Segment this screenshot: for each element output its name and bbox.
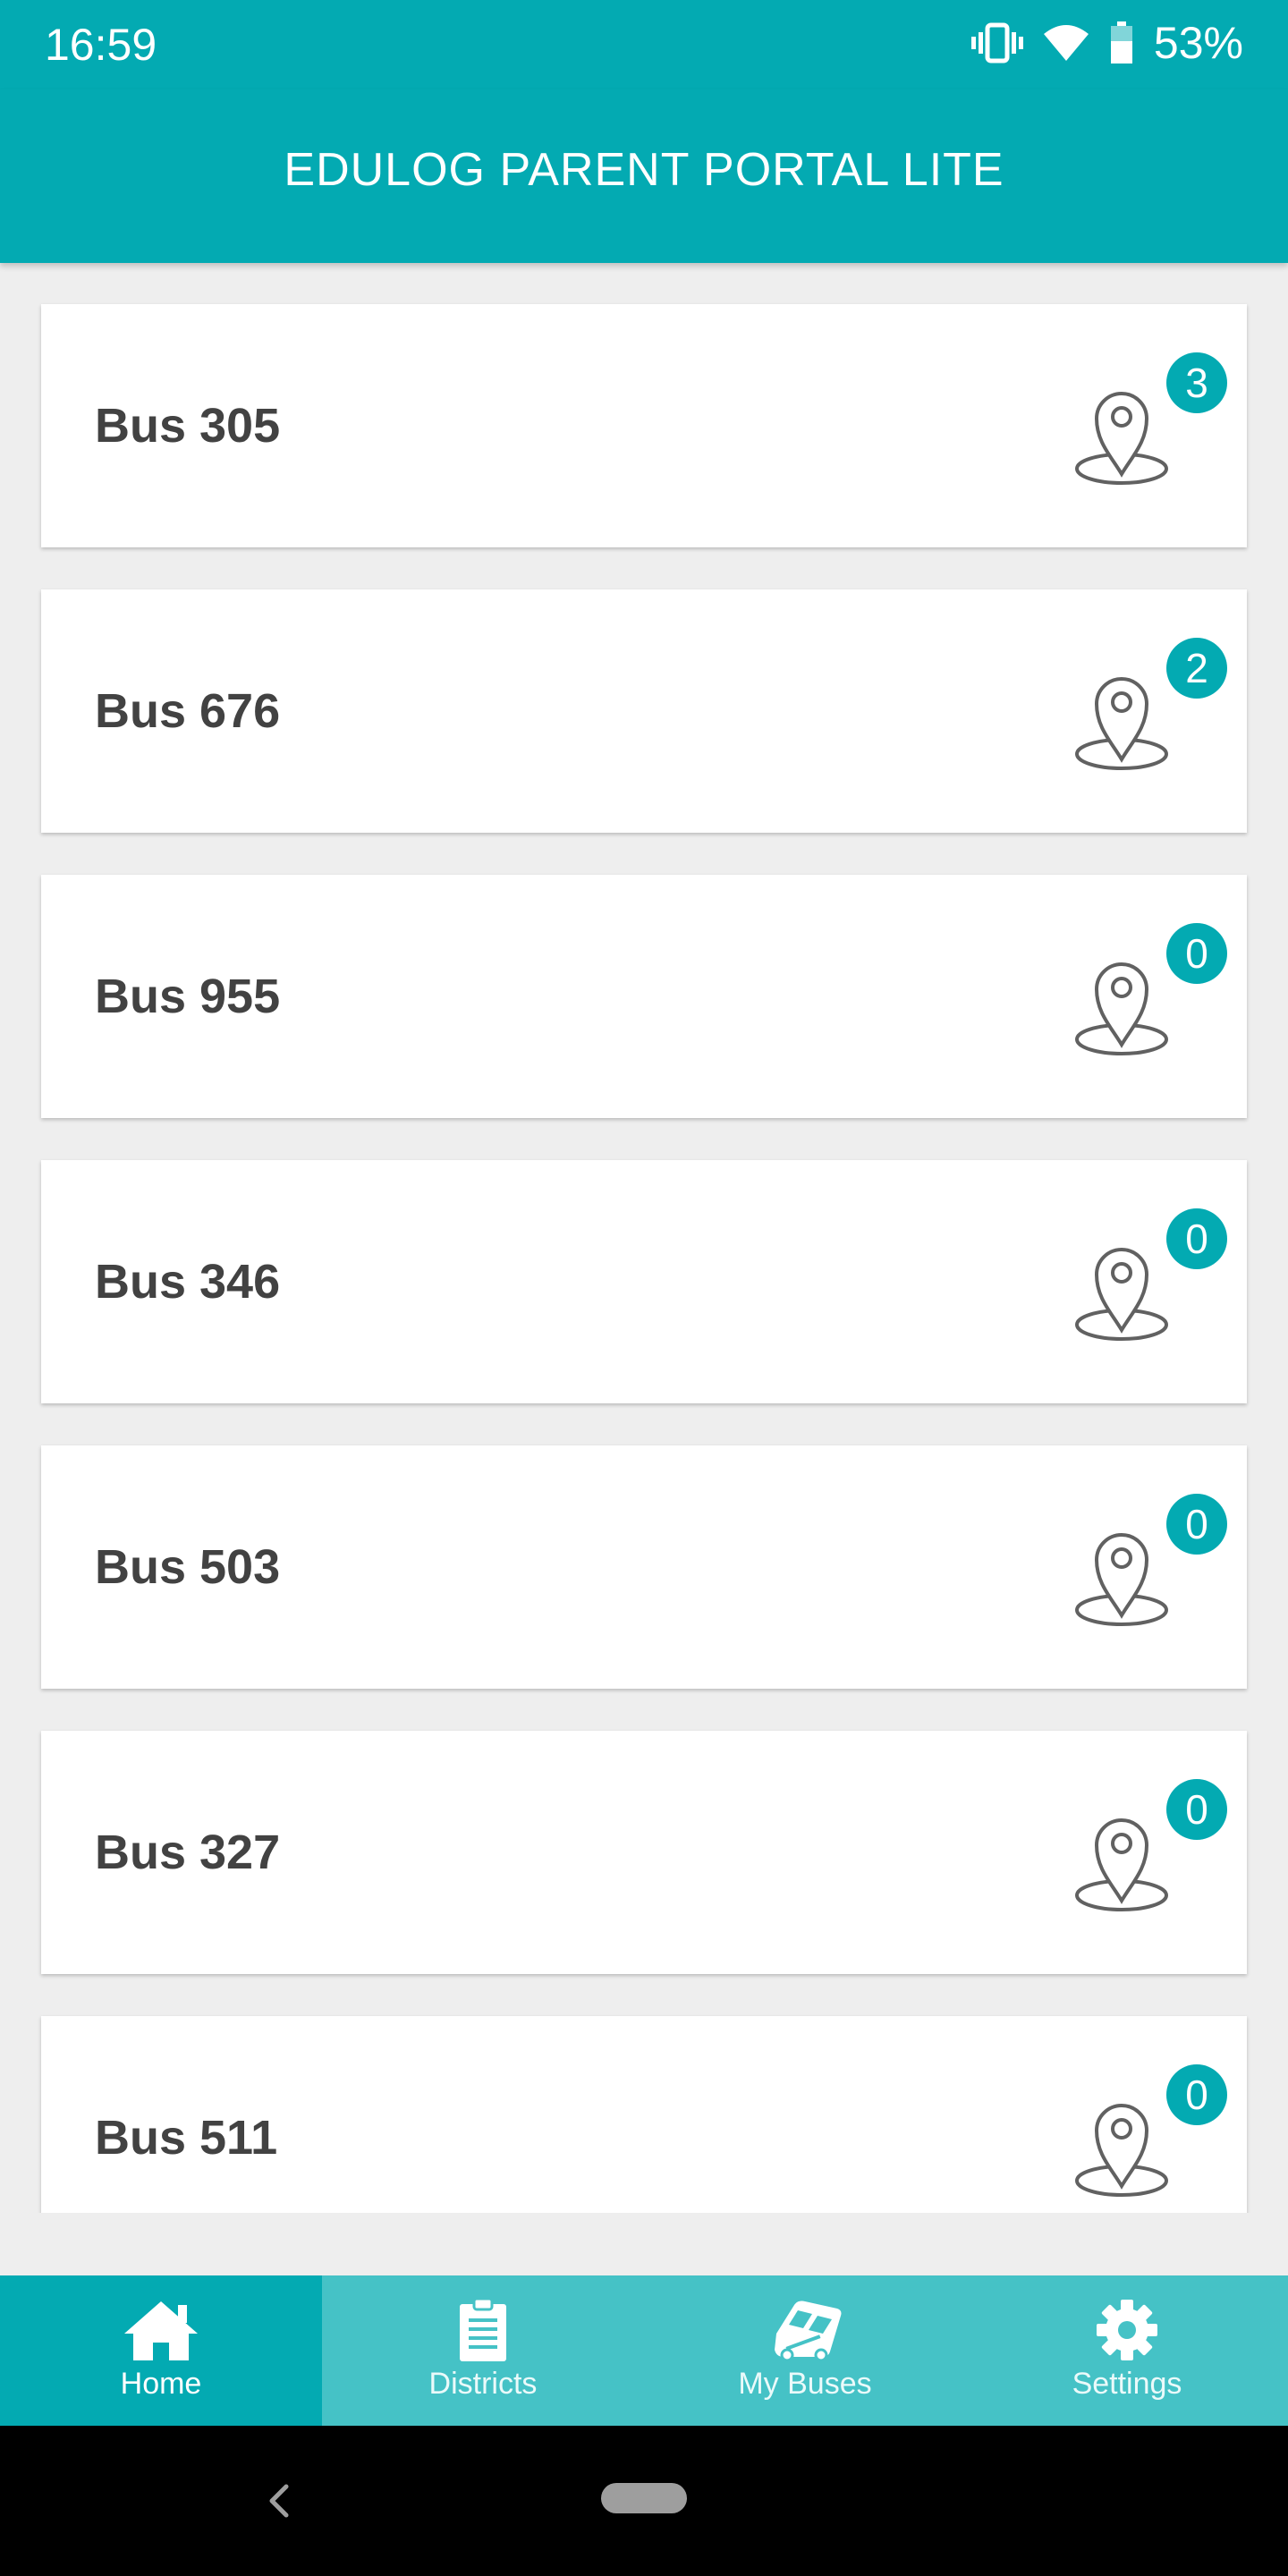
status-time: 16:59	[45, 20, 157, 70]
bus-card[interactable]: Bus 346 0	[41, 1160, 1247, 1403]
stops-indicator[interactable]: 0	[1072, 1205, 1233, 1366]
stops-indicator[interactable]: 0	[1072, 1490, 1233, 1651]
vibrate-icon	[970, 22, 1023, 64]
home-pill-button[interactable]	[601, 2483, 687, 2513]
nav-districts[interactable]: Districts	[322, 2275, 644, 2426]
page-title: EDULOG PARENT PORTAL LITE	[284, 144, 1004, 196]
nav-my-buses[interactable]: My Buses	[644, 2275, 966, 2426]
back-icon[interactable]	[261, 2476, 293, 2530]
system-nav-bar	[0, 2426, 1288, 2576]
status-icons: 53%	[970, 18, 1243, 68]
stops-count-badge: 3	[1166, 352, 1227, 413]
nav-home-label: Home	[120, 2367, 202, 2401]
bus-name: Bus 503	[95, 1540, 281, 1594]
bus-card[interactable]: Bus 327 0	[41, 1731, 1247, 1974]
bus-list[interactable]: Bus 305 3 Bus 676 2 Bus 955 0 Bus 346 0 …	[0, 263, 1288, 2213]
nav-districts-label: Districts	[428, 2367, 538, 2401]
home-icon	[121, 2295, 201, 2365]
stops-indicator[interactable]: 0	[1072, 2061, 1233, 2213]
stops-count-badge: 2	[1166, 638, 1227, 699]
app-header: EDULOG PARENT PORTAL LITE	[0, 89, 1288, 263]
bus-card[interactable]: Bus 503 0	[41, 1445, 1247, 1689]
stops-indicator[interactable]: 0	[1072, 919, 1233, 1080]
stops-indicator[interactable]: 3	[1072, 349, 1233, 510]
nav-home[interactable]: Home	[0, 2275, 322, 2426]
bottom-nav: Home Districts My Buses Settings	[0, 2275, 1288, 2426]
stops-count-badge: 0	[1166, 1494, 1227, 1555]
stops-indicator[interactable]: 0	[1072, 1775, 1233, 1936]
clipboard-icon	[456, 2295, 510, 2365]
battery-icon	[1109, 21, 1134, 64]
battery-percent: 53%	[1153, 18, 1243, 68]
bus-name: Bus 676	[95, 684, 281, 738]
nav-settings[interactable]: Settings	[966, 2275, 1288, 2426]
bus-card[interactable]: Bus 511 0	[41, 2016, 1247, 2213]
bus-name: Bus 511	[95, 2111, 278, 2165]
bus-name: Bus 305	[95, 399, 281, 453]
bus-name: Bus 327	[95, 1826, 281, 1879]
bus-card[interactable]: Bus 676 2	[41, 589, 1247, 833]
bus-card[interactable]: Bus 955 0	[41, 875, 1247, 1118]
stops-indicator[interactable]: 2	[1072, 634, 1233, 795]
gear-icon	[1095, 2295, 1159, 2365]
bus-card[interactable]: Bus 305 3	[41, 304, 1247, 547]
stops-count-badge: 0	[1166, 2064, 1227, 2125]
stops-count-badge: 0	[1166, 923, 1227, 984]
stops-count-badge: 0	[1166, 1779, 1227, 1840]
status-bar: 16:59 53%	[0, 0, 1288, 89]
stops-count-badge: 0	[1166, 1208, 1227, 1269]
wifi-icon	[1043, 23, 1089, 63]
nav-my-buses-label: My Buses	[738, 2367, 872, 2401]
bus-icon	[767, 2295, 843, 2365]
nav-settings-label: Settings	[1072, 2367, 1182, 2401]
bus-name: Bus 346	[95, 1255, 281, 1309]
bus-name: Bus 955	[95, 970, 281, 1023]
